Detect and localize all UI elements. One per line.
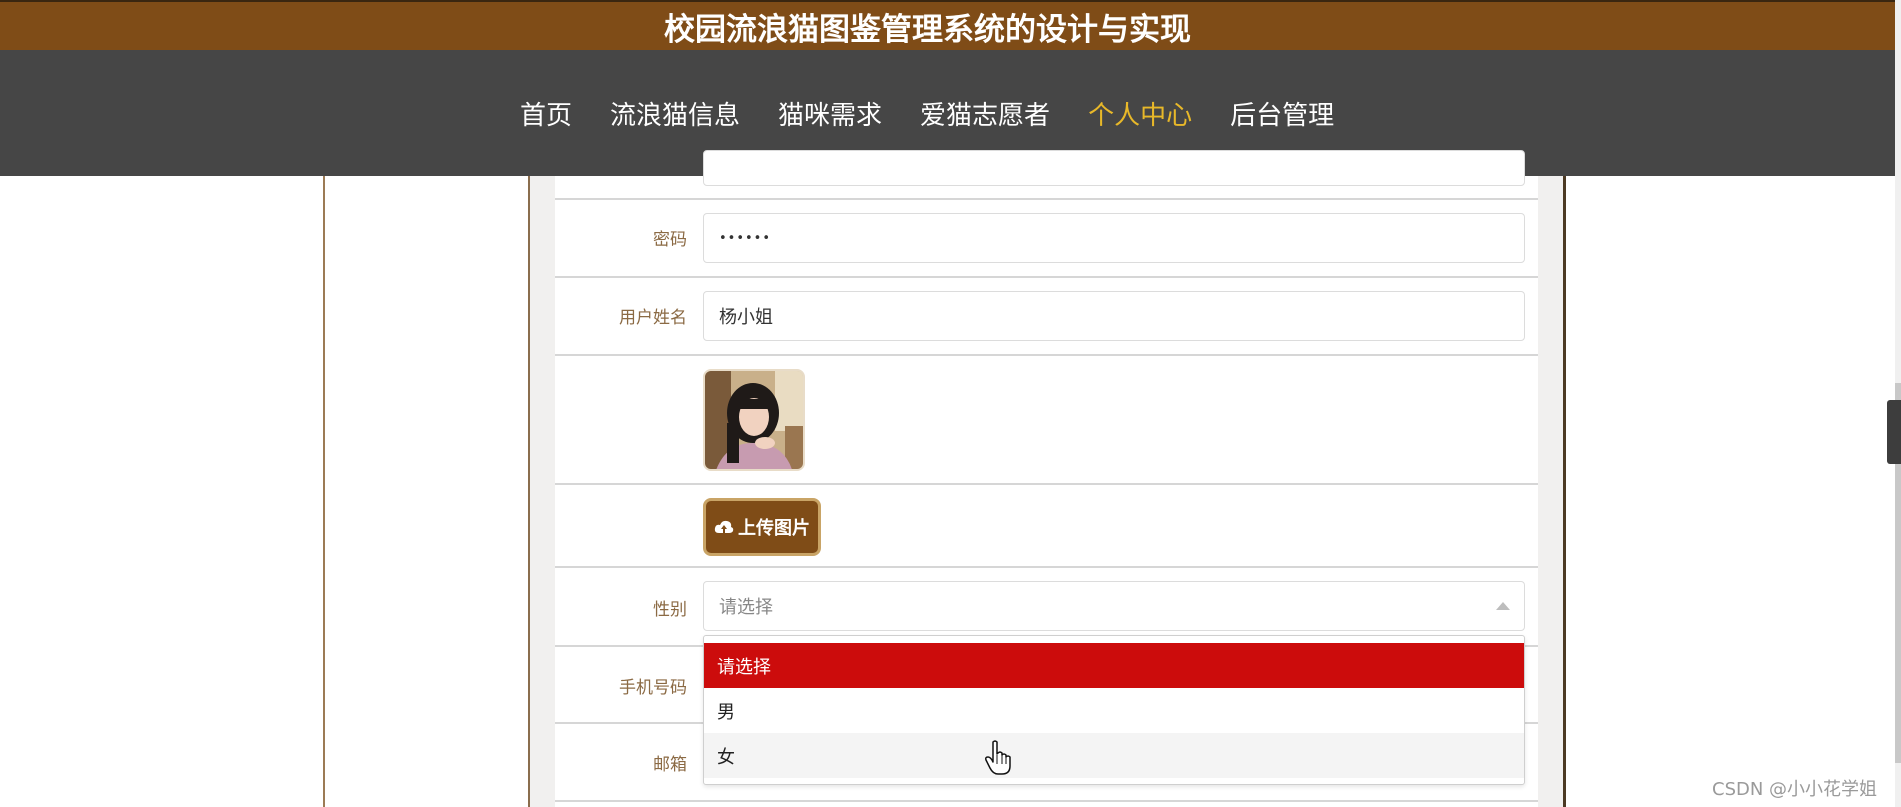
row-divider [555, 483, 1538, 485]
username-value: 杨小姐 [719, 307, 773, 328]
email-label: 邮箱 [653, 755, 687, 775]
gender-option-male[interactable]: 男 [704, 688, 1524, 733]
row-divider [555, 566, 1538, 568]
nav-item-stray-cat-info[interactable]: 流浪猫信息 [610, 95, 740, 132]
cloud-upload-icon [714, 520, 734, 533]
nav-item-home[interactable]: 首页 [520, 95, 572, 132]
gender-option-female[interactable]: 女 [704, 733, 1524, 778]
upload-image-button[interactable]: 上传图片 [703, 498, 821, 556]
hand-cursor-icon [985, 740, 1011, 775]
site-title: 校园流浪猫图鉴管理系统的设计与实现 [664, 11, 1191, 47]
account-input[interactable] [703, 150, 1525, 186]
username-field[interactable]: 杨小姐 [703, 291, 1525, 341]
row-divider [555, 276, 1538, 278]
username-label: 用户姓名 [619, 308, 687, 328]
row-divider [555, 800, 1538, 802]
phone-label: 手机号码 [619, 678, 687, 698]
upload-image-label: 上传图片 [738, 518, 810, 539]
form-right-border [1563, 176, 1566, 807]
nav-item-cat-needs[interactable]: 猫咪需求 [778, 95, 882, 132]
gender-option-placeholder[interactable]: 请选择 [704, 643, 1524, 688]
site-title-bar: 校园流浪猫图鉴管理系统的设计与实现 [0, 0, 1895, 50]
gender-dropdown: 请选择 男 女 [703, 635, 1525, 785]
avatar [703, 369, 805, 471]
password-value: •••••• [719, 230, 772, 246]
password-label: 密码 [653, 230, 687, 250]
watermark: CSDN @小小花学姐 [1712, 779, 1878, 800]
nav-item-volunteers[interactable]: 爱猫志愿者 [920, 95, 1050, 132]
chevron-up-icon [1496, 602, 1510, 610]
avatar-photo [705, 371, 803, 469]
nav-item-personal-center[interactable]: 个人中心 [1088, 95, 1192, 132]
gender-select[interactable]: 请选择 [703, 581, 1525, 631]
side-collapse-tab[interactable] [1887, 400, 1901, 464]
password-field[interactable]: •••••• [703, 213, 1525, 263]
page: 校园流浪猫图鉴管理系统的设计与实现 首页 流浪猫信息 猫咪需求 爱猫志愿者 个人… [0, 0, 1901, 807]
gender-label: 性别 [653, 600, 687, 620]
row-divider [555, 354, 1538, 356]
row-divider [555, 198, 1538, 200]
outer-left-border [323, 176, 325, 807]
gender-select-value: 请选择 [719, 597, 773, 618]
nav-item-admin[interactable]: 后台管理 [1230, 95, 1334, 132]
